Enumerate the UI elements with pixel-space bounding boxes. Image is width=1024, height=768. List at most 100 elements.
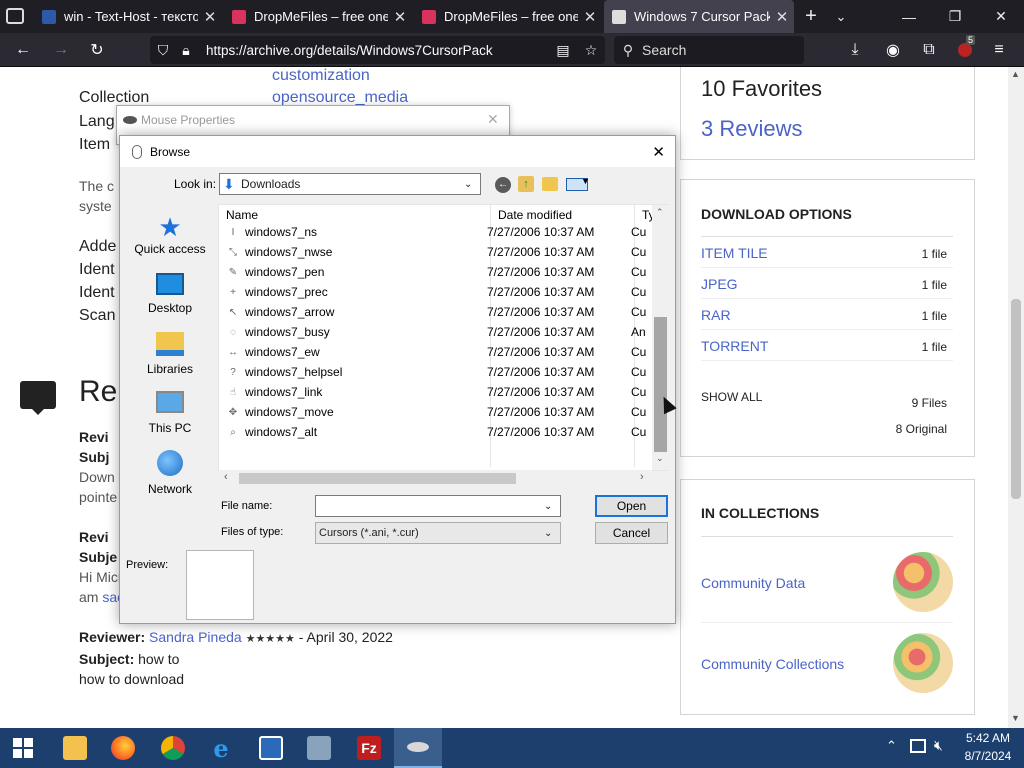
taskbar-app-2[interactable] bbox=[296, 728, 342, 768]
reviewer-link[interactable]: Sandra Pineda bbox=[149, 629, 242, 645]
back-nav-icon[interactable]: ← bbox=[495, 177, 511, 193]
bookmark-star-icon[interactable]: ☆ bbox=[577, 42, 605, 59]
place-libraries[interactable]: Libraries bbox=[128, 332, 212, 376]
file-row[interactable]: ? windows7_helpsel 7/27/2006 10:37 AM Cu bbox=[219, 362, 654, 382]
collection-thumbnail[interactable] bbox=[893, 552, 953, 612]
close-icon[interactable]: ✕ bbox=[652, 143, 665, 161]
downloads-icon[interactable]: ⤓ bbox=[840, 33, 870, 67]
search-bar[interactable]: ⚲ Search bbox=[614, 36, 804, 64]
start-button[interactable] bbox=[0, 728, 46, 768]
review-body: Hi Micr bbox=[79, 569, 123, 585]
tag-link[interactable]: customization bbox=[272, 67, 370, 85]
volume-muted-icon[interactable]: 🔇︎ bbox=[934, 737, 943, 754]
chevron-down-icon[interactable]: ⌄ bbox=[544, 501, 560, 512]
close-tab-icon[interactable]: ✕ bbox=[770, 8, 794, 26]
reviews-count-link[interactable]: 3 Reviews bbox=[701, 116, 802, 142]
back-icon[interactable]: ← bbox=[8, 33, 38, 67]
menu-icon[interactable]: ≡ bbox=[984, 33, 1014, 67]
account-icon[interactable]: ◉ bbox=[878, 33, 908, 67]
scroll-up-icon[interactable]: ⌃ bbox=[656, 207, 664, 218]
taskbar-firefox[interactable] bbox=[100, 728, 146, 768]
file-row[interactable]: ⌕ windows7_alt 7/27/2006 10:37 AM Cu bbox=[219, 422, 654, 442]
tab-dropmefiles-2[interactable]: DropMeFiles – free one-c ✕ bbox=[414, 0, 602, 33]
view-menu-chevron-icon[interactable]: ▼ bbox=[581, 176, 590, 186]
up-folder-icon[interactable]: ↑ bbox=[518, 176, 534, 192]
taskbar-app-1[interactable] bbox=[248, 728, 294, 768]
place-desktop[interactable]: Desktop bbox=[128, 273, 212, 315]
taskbar-chrome[interactable] bbox=[150, 728, 196, 768]
column-header-date[interactable]: Date modified bbox=[498, 208, 572, 222]
file-row[interactable]: + windows7_prec 7/27/2006 10:37 AM Cu bbox=[219, 282, 654, 302]
extensions-icon[interactable]: ⧉ bbox=[914, 33, 944, 67]
close-tab-icon[interactable]: ✕ bbox=[388, 8, 412, 26]
scroll-up-icon[interactable]: ▲ bbox=[1011, 69, 1020, 79]
tab-overview-icon[interactable] bbox=[6, 8, 24, 24]
forward-icon[interactable]: → bbox=[46, 33, 76, 67]
download-item-tile[interactable]: ITEM TILE bbox=[701, 245, 768, 261]
tab-windows7-cursor-pack[interactable]: Windows 7 Cursor Pack : ✕ bbox=[604, 0, 794, 33]
scroll-thumb[interactable] bbox=[1011, 299, 1021, 499]
list-scrollbar[interactable]: ⌃ ⌄ bbox=[652, 205, 669, 470]
addon-icon[interactable]: 5 bbox=[950, 33, 980, 67]
file-row[interactable]: ⤡ windows7_nwse 7/27/2006 10:37 AM Cu bbox=[219, 242, 654, 262]
show-all-link[interactable]: SHOW ALL bbox=[701, 390, 762, 404]
collection-thumbnail[interactable] bbox=[893, 633, 953, 693]
new-folder-icon[interactable] bbox=[542, 177, 558, 191]
file-row[interactable]: ↔ windows7_ew 7/27/2006 10:37 AM Cu bbox=[219, 342, 654, 362]
lock-icon[interactable]: 🔒︎ bbox=[176, 42, 196, 59]
close-icon[interactable]: ✕ bbox=[487, 111, 499, 128]
list-tabs-icon[interactable]: ⌄ bbox=[830, 6, 852, 28]
tab-text-host[interactable]: win - Text-Host - текстов ✕ bbox=[34, 0, 222, 33]
taskbar-file-explorer[interactable] bbox=[52, 728, 98, 768]
collection-link[interactable]: Community Collections bbox=[701, 656, 844, 672]
files-of-type-dropdown[interactable]: Cursors (*.ani, *.cur) ⌄ bbox=[315, 522, 561, 544]
url-bar[interactable]: ⛉ 🔒︎ https://archive.org/details/Windows… bbox=[150, 36, 605, 64]
open-button[interactable]: Open bbox=[595, 495, 668, 517]
file-row[interactable]: ☝ windows7_link 7/27/2006 10:37 AM Cu bbox=[219, 382, 654, 402]
clock-time[interactable]: 5:42 AM bbox=[962, 731, 1014, 745]
taskbar-ie[interactable]: e bbox=[198, 728, 244, 768]
collection-link[interactable]: Community Data bbox=[701, 575, 805, 591]
scroll-thumb[interactable] bbox=[654, 317, 667, 452]
tab-dropmefiles-1[interactable]: DropMeFiles – free one-c ✕ bbox=[224, 0, 412, 33]
file-list[interactable]: Name Date modified Ty Iwindows7_ns 7/27/2… bbox=[218, 204, 669, 487]
download-jpeg[interactable]: JPEG bbox=[701, 276, 738, 292]
page-scrollbar[interactable]: ▲ ▼ bbox=[1008, 67, 1024, 728]
clock-date[interactable]: 8/7/2024 bbox=[962, 749, 1014, 763]
cancel-button[interactable]: Cancel bbox=[595, 522, 668, 544]
new-tab-button[interactable]: + bbox=[800, 5, 822, 27]
scroll-right-icon[interactable]: › bbox=[640, 471, 644, 483]
scroll-down-icon[interactable]: ▼ bbox=[1011, 713, 1020, 723]
close-window-button[interactable]: ✕ bbox=[978, 0, 1024, 33]
close-tab-icon[interactable]: ✕ bbox=[578, 8, 602, 26]
file-row[interactable]: ✥ windows7_move 7/27/2006 10:37 AM Cu bbox=[219, 402, 654, 422]
file-row[interactable]: ✎ windows7_pen 7/27/2006 10:37 AM Cu bbox=[219, 262, 654, 282]
hscroll-thumb[interactable] bbox=[239, 473, 516, 484]
place-network[interactable]: Network bbox=[128, 450, 212, 496]
network-tray-icon[interactable] bbox=[910, 739, 926, 753]
file-name-input[interactable]: ⌄ bbox=[315, 495, 561, 517]
list-hscrollbar[interactable]: ‹ › bbox=[219, 470, 652, 487]
url-text[interactable]: https://archive.org/details/Windows7Curs… bbox=[206, 43, 549, 58]
file-row[interactable]: Iwindows7_ns 7/27/2006 10:37 AM Cu bbox=[219, 222, 654, 242]
taskbar-filezilla[interactable]: Fz bbox=[346, 728, 392, 768]
minimize-button[interactable]: — bbox=[886, 0, 932, 33]
place-quick-access[interactable]: ★ Quick access bbox=[128, 212, 212, 256]
download-rar[interactable]: RAR bbox=[701, 307, 731, 323]
favorites-count: 10 Favorites bbox=[701, 76, 823, 101]
reader-view-icon[interactable]: ▤ bbox=[549, 42, 577, 59]
close-tab-icon[interactable]: ✕ bbox=[198, 8, 222, 26]
tray-chevron-icon[interactable]: ⌃ bbox=[886, 738, 897, 754]
scroll-down-icon[interactable]: ⌄ bbox=[656, 453, 664, 464]
file-row[interactable]: ◌ windows7_busy 7/27/2006 10:37 AM An bbox=[219, 322, 654, 342]
reload-icon[interactable]: ↻ bbox=[82, 33, 112, 67]
restore-button[interactable]: ❐ bbox=[932, 0, 978, 33]
column-header-name[interactable]: Name bbox=[226, 208, 258, 222]
look-in-dropdown[interactable]: ⬇ Downloads ⌄ bbox=[219, 173, 481, 195]
file-row[interactable]: ↖ windows7_arrow 7/27/2006 10:37 AM Cu bbox=[219, 302, 654, 322]
shield-icon[interactable]: ⛉ bbox=[150, 42, 176, 59]
taskbar-mouse-properties[interactable] bbox=[394, 728, 442, 768]
scroll-left-icon[interactable]: ‹ bbox=[224, 471, 228, 483]
place-this-pc[interactable]: This PC bbox=[128, 391, 212, 435]
download-torrent[interactable]: TORRENT bbox=[701, 338, 768, 354]
